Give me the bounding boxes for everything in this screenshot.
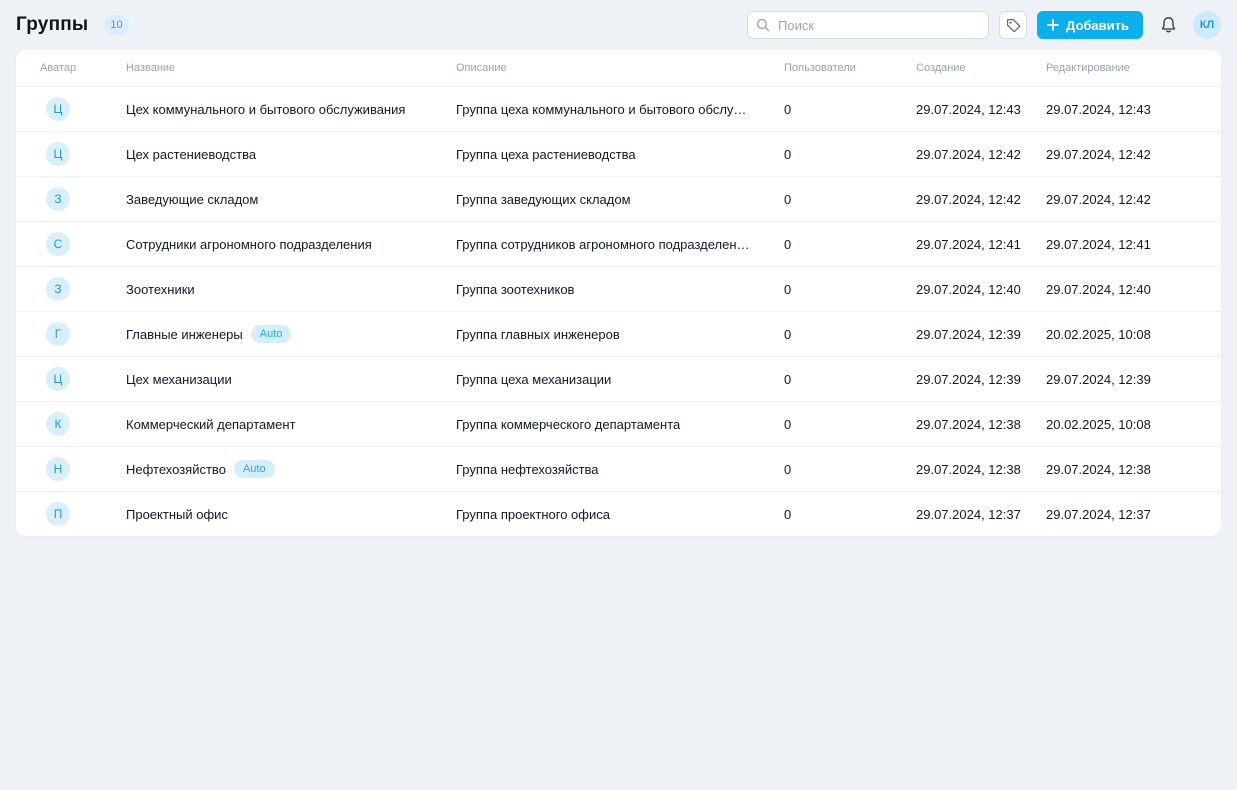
- group-description: Группа главных инженеров: [456, 327, 620, 342]
- group-created-date: 29.07.2024, 12:42: [916, 192, 1030, 207]
- group-avatar: Ц: [46, 142, 70, 166]
- table-row[interactable]: З Заведующие складом Группа заведующих с…: [16, 176, 1221, 221]
- group-avatar: З: [46, 187, 70, 211]
- group-name: Цех механизации: [126, 372, 232, 387]
- group-edited-date: 29.07.2024, 12:42: [1046, 147, 1197, 162]
- group-name: Проектный офис: [126, 507, 228, 522]
- group-description: Группа цеха коммунального и бытового обс…: [456, 102, 746, 117]
- add-button[interactable]: Добавить: [1037, 11, 1143, 39]
- group-name: Цех коммунального и бытового обслуживани…: [126, 102, 405, 117]
- group-edited-date: 20.02.2025, 10:08: [1046, 327, 1197, 342]
- column-header-users: Пользователи: [784, 62, 900, 74]
- column-header-created: Создание: [916, 62, 1030, 74]
- group-edited-date: 29.07.2024, 12:41: [1046, 237, 1197, 252]
- group-users-count: 0: [784, 192, 900, 207]
- group-edited-date: 29.07.2024, 12:40: [1046, 282, 1197, 297]
- group-description: Группа зоотехников: [456, 282, 574, 297]
- group-description: Группа нефтехозяйства: [456, 462, 599, 477]
- tags-button[interactable]: [999, 11, 1027, 39]
- table-row[interactable]: Ц Цех коммунального и бытового обслужива…: [16, 86, 1221, 131]
- bell-icon: [1160, 16, 1177, 34]
- auto-badge: Auto: [234, 460, 275, 478]
- table-body: Ц Цех коммунального и бытового обслужива…: [16, 86, 1221, 536]
- group-users-count: 0: [784, 462, 900, 477]
- group-created-date: 29.07.2024, 12:41: [916, 237, 1030, 252]
- column-header-description: Описание: [456, 62, 768, 74]
- group-created-date: 29.07.2024, 12:39: [916, 327, 1030, 342]
- group-description: Группа проектного офиса: [456, 507, 610, 522]
- group-avatar: Ц: [46, 97, 70, 121]
- group-name: Цех растениеводства: [126, 147, 256, 162]
- table-row[interactable]: З Зоотехники Группа зоотехников 0 29.07.…: [16, 266, 1221, 311]
- group-users-count: 0: [784, 372, 900, 387]
- group-avatar: З: [46, 277, 70, 301]
- plus-icon: [1047, 19, 1059, 31]
- group-created-date: 29.07.2024, 12:39: [916, 372, 1030, 387]
- group-users-count: 0: [784, 327, 900, 342]
- group-created-date: 29.07.2024, 12:38: [916, 462, 1030, 477]
- group-edited-date: 29.07.2024, 12:39: [1046, 372, 1197, 387]
- group-created-date: 29.07.2024, 12:38: [916, 417, 1030, 432]
- group-description: Группа сотрудников агрономного подраздел…: [456, 237, 750, 252]
- search-icon: [756, 18, 770, 32]
- tag-icon: [1006, 18, 1021, 33]
- group-name: Зоотехники: [126, 282, 195, 297]
- table-row[interactable]: Г Главные инженеры Auto Группа главных и…: [16, 311, 1221, 356]
- group-users-count: 0: [784, 282, 900, 297]
- group-created-date: 29.07.2024, 12:37: [916, 507, 1030, 522]
- group-users-count: 0: [784, 147, 900, 162]
- group-description: Группа цеха растениеводства: [456, 147, 636, 162]
- group-avatar: Г: [46, 322, 70, 346]
- table-row[interactable]: П Проектный офис Группа проектного офиса…: [16, 491, 1221, 536]
- user-avatar[interactable]: КЛ: [1193, 11, 1221, 39]
- group-avatar: Ц: [46, 367, 70, 391]
- group-edited-date: 29.07.2024, 12:37: [1046, 507, 1197, 522]
- search-box: [747, 11, 989, 39]
- notifications-button[interactable]: [1153, 10, 1183, 40]
- group-created-date: 29.07.2024, 12:42: [916, 147, 1030, 162]
- column-header-avatar: Аватар: [40, 62, 110, 74]
- page-title: Группы: [16, 14, 88, 36]
- groups-count-badge: 10: [104, 15, 128, 35]
- group-name: Сотрудники агрономного подразделения: [126, 237, 372, 252]
- table-row[interactable]: Н Нефтехозяйство Auto Группа нефтехозяйс…: [16, 446, 1221, 491]
- table-row[interactable]: С Сотрудники агрономного подразделения Г…: [16, 221, 1221, 266]
- auto-badge: Auto: [251, 325, 292, 343]
- group-users-count: 0: [784, 417, 900, 432]
- search-input[interactable]: [747, 11, 989, 39]
- group-name: Нефтехозяйство: [126, 462, 226, 477]
- add-button-label: Добавить: [1066, 18, 1129, 33]
- topbar-actions: Добавить КЛ: [747, 10, 1221, 40]
- group-avatar: П: [46, 502, 70, 526]
- group-description: Группа цеха механизации: [456, 372, 611, 387]
- table-header-row: Аватар Название Описание Пользователи Со…: [16, 50, 1221, 86]
- group-edited-date: 29.07.2024, 12:38: [1046, 462, 1197, 477]
- group-users-count: 0: [784, 237, 900, 252]
- column-header-name: Название: [126, 62, 440, 74]
- group-avatar: С: [46, 232, 70, 256]
- topbar: Группы 10 Добавить: [0, 0, 1237, 50]
- group-description: Группа заведующих складом: [456, 192, 631, 207]
- group-edited-date: 29.07.2024, 12:43: [1046, 102, 1197, 117]
- group-avatar: Н: [46, 457, 70, 481]
- group-description: Группа коммерческого департамента: [456, 417, 680, 432]
- table-row[interactable]: К Коммерческий департамент Группа коммер…: [16, 401, 1221, 446]
- group-name: Главные инженеры: [126, 327, 243, 342]
- group-edited-date: 29.07.2024, 12:42: [1046, 192, 1197, 207]
- group-avatar: К: [46, 412, 70, 436]
- group-users-count: 0: [784, 102, 900, 117]
- group-name: Коммерческий департамент: [126, 417, 296, 432]
- group-created-date: 29.07.2024, 12:43: [916, 102, 1030, 117]
- groups-table: Аватар Название Описание Пользователи Со…: [16, 50, 1221, 536]
- table-row[interactable]: Ц Цех механизации Группа цеха механизаци…: [16, 356, 1221, 401]
- group-created-date: 29.07.2024, 12:40: [916, 282, 1030, 297]
- column-header-edited: Редактирование: [1046, 62, 1197, 74]
- group-edited-date: 20.02.2025, 10:08: [1046, 417, 1197, 432]
- table-row[interactable]: Ц Цех растениеводства Группа цеха растен…: [16, 131, 1221, 176]
- group-name: Заведующие складом: [126, 192, 258, 207]
- group-users-count: 0: [784, 507, 900, 522]
